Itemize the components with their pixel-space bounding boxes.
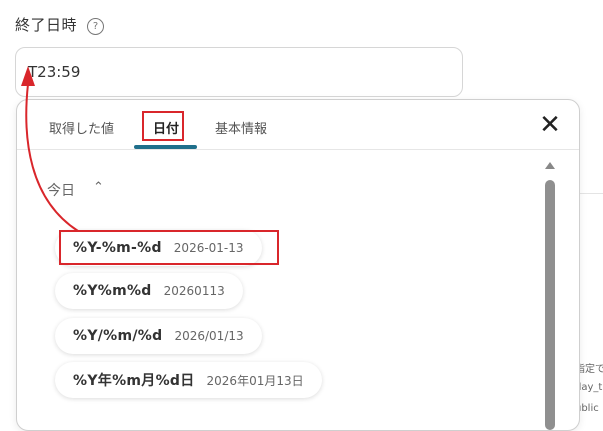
scrollbar[interactable] xyxy=(543,162,557,430)
field-label: 終了日時 xyxy=(15,16,78,34)
tab-date[interactable]: 日付 xyxy=(153,118,179,137)
format-example: 2026年01月13日 xyxy=(206,373,304,388)
help-icon[interactable]: ? xyxy=(87,18,104,35)
format-option[interactable]: %Y年%m月%d日 2026年01月13日 xyxy=(55,362,322,398)
format-option[interactable]: %Y-%m-%d 2026-01-13 xyxy=(55,230,262,266)
format-option[interactable]: %Y%m%d 20260113 xyxy=(55,273,243,309)
format-pattern: %Y/%m/%d xyxy=(73,328,163,344)
tab-bar: 取得した値 日付 基本情報 ✕ xyxy=(17,100,579,150)
section-title-today[interactable]: 今日 xyxy=(47,180,75,200)
format-pattern: %Y-%m-%d xyxy=(73,240,162,256)
format-example: 2026-01-13 xyxy=(173,241,244,255)
close-icon[interactable]: ✕ xyxy=(537,112,563,138)
value-picker-panel: 取得した値 日付 基本情報 ✕ 今日 ⌃ %Y-%m-%d 2026-01-13… xyxy=(16,99,580,431)
scrollbar-thumb[interactable] xyxy=(545,180,555,430)
tab-acquired-values[interactable]: 取得した値 xyxy=(49,118,114,137)
format-example: 2026/01/13 xyxy=(174,329,244,343)
chevron-up-icon[interactable]: ⌃ xyxy=(93,180,104,195)
format-option[interactable]: %Y/%m/%d 2026/01/13 xyxy=(55,318,262,354)
format-pattern: %Y%m%d xyxy=(73,283,152,299)
format-pattern: %Y年%m月%d日 xyxy=(73,373,195,389)
format-example: 20260113 xyxy=(163,284,225,298)
active-tab-indicator xyxy=(134,145,197,149)
tab-basic-info[interactable]: 基本情報 xyxy=(215,118,267,137)
scroll-up-arrow-icon[interactable] xyxy=(545,162,555,169)
end-datetime-input[interactable]: T23:59 xyxy=(15,47,463,97)
